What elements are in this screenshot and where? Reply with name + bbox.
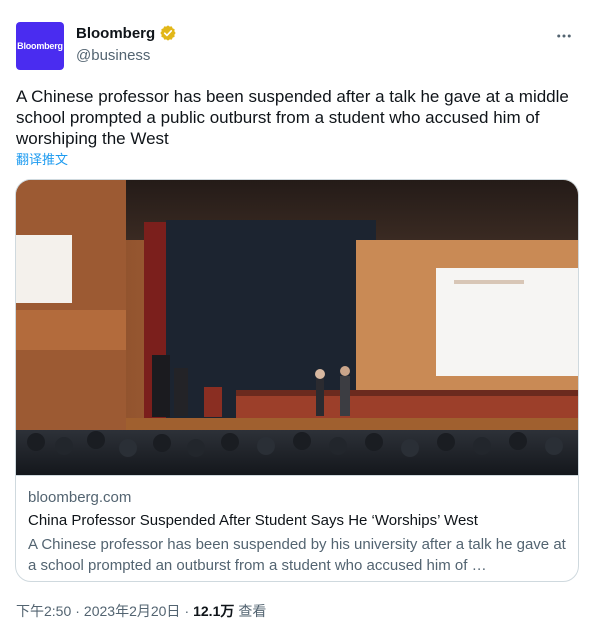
avatar[interactable]: Bloomberg xyxy=(16,22,64,70)
tweet-time[interactable]: 下午2:50 xyxy=(16,601,71,621)
more-dots-icon xyxy=(557,34,571,38)
author-name-line[interactable]: Bloomberg xyxy=(76,24,177,42)
author-handle[interactable]: @business xyxy=(76,47,150,64)
card-title: China Professor Suspended After Student … xyxy=(28,512,478,529)
views-count: 12.1万 xyxy=(193,603,235,619)
more-options-button[interactable] xyxy=(552,24,576,48)
card-body[interactable]: bloomberg.com China Professor Suspended … xyxy=(16,475,578,581)
tweet-meta: 下午2:50 · 2023年2月20日 · 12.1万 查看 xyxy=(16,601,266,621)
tweet: Bloomberg Bloomberg @business A Chinese … xyxy=(0,0,596,634)
translate-tweet-link[interactable]: 翻译推文 xyxy=(16,149,68,168)
gold-verified-icon xyxy=(160,25,176,41)
avatar-logo-text: Bloomberg xyxy=(17,41,63,51)
meta-separator: · xyxy=(75,603,80,619)
meta-separator-2: · xyxy=(184,603,190,619)
card-domain: bloomberg.com xyxy=(28,489,132,506)
author-display-name[interactable]: Bloomberg xyxy=(76,25,155,42)
card-image xyxy=(16,180,578,475)
tweet-date[interactable]: 2023年2月20日 xyxy=(84,601,181,621)
tweet-header: Bloomberg Bloomberg @business xyxy=(16,22,580,70)
views-label: 查看 xyxy=(238,603,267,619)
link-card[interactable]: bloomberg.com China Professor Suspended … xyxy=(15,179,579,582)
card-description: A Chinese professor has been suspended b… xyxy=(28,536,566,574)
tweet-text: A Chinese professor has been suspended a… xyxy=(16,87,569,148)
